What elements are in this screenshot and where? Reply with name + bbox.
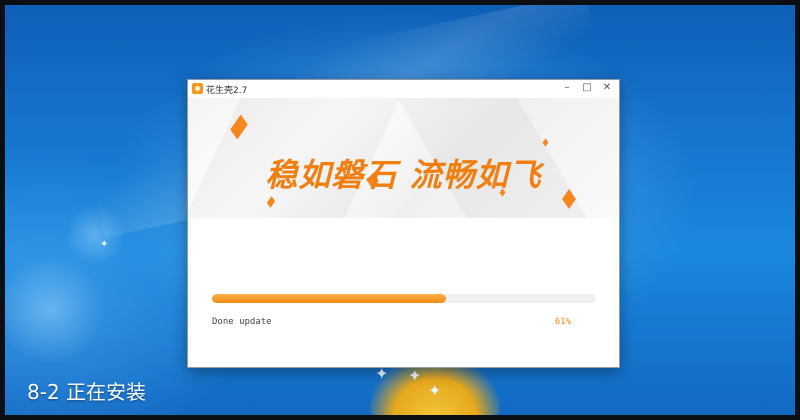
wallpaper-orb: [5, 255, 105, 365]
sparkle-icon: ✦: [428, 381, 442, 400]
install-progress-bar: [212, 294, 596, 303]
maximize-button[interactable]: □: [577, 80, 597, 96]
banner-slogan: 稳如磐石 流畅如飞: [265, 156, 542, 194]
installer-banner: 稳如磐石 流畅如飞: [188, 98, 619, 218]
title-bar[interactable]: 花生壳2.7 – □ ✕: [188, 80, 619, 98]
sparkle-icon: ✦: [375, 364, 389, 383]
figure-caption: 8-2 正在安装: [27, 380, 147, 404]
progress-status: Done update: [212, 317, 272, 327]
progress-percent: 61%: [554, 317, 571, 327]
sparkle-icon: ✦: [100, 239, 109, 250]
install-progress-fill: [212, 294, 447, 303]
sparkle-icon: ✦: [408, 366, 422, 385]
close-button[interactable]: ✕: [597, 80, 617, 96]
installer-window: 花生壳2.7 – □ ✕ 稳如磐石 流畅如飞 Done update 61%: [187, 79, 620, 368]
app-icon: [192, 83, 203, 94]
wallpaper-orb: [65, 205, 125, 265]
window-title: 花生壳2.7: [206, 86, 248, 96]
minimize-button[interactable]: –: [557, 80, 577, 96]
